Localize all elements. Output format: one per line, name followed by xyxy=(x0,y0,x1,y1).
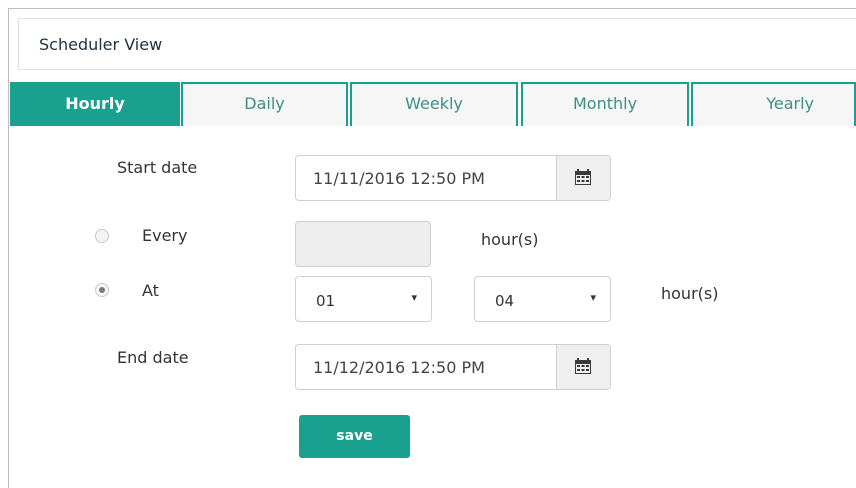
start-date-value: 11/11/2016 12:50 PM xyxy=(313,169,485,188)
calendar-icon xyxy=(575,358,591,374)
chevron-down-icon: ▾ xyxy=(590,291,596,304)
end-date-calendar-button[interactable] xyxy=(556,345,610,389)
calendar-icon xyxy=(575,169,591,185)
tab-hourly-label: Hourly xyxy=(65,94,125,113)
tab-monthly-label: Monthly xyxy=(572,94,638,113)
tab-weekly[interactable]: Weekly xyxy=(350,82,518,126)
at-radio[interactable] xyxy=(95,283,109,297)
end-date-value: 11/12/2016 12:50 PM xyxy=(313,358,485,377)
every-hours-input[interactable] xyxy=(295,221,431,267)
every-unit-label: hour(s) xyxy=(481,230,539,249)
end-date-label: End date xyxy=(117,348,189,367)
chevron-down-icon: ▾ xyxy=(411,291,417,304)
scheduler-header: Scheduler View xyxy=(18,18,856,70)
at-hour-value: 01 xyxy=(316,292,336,310)
tab-monthly[interactable]: Monthly xyxy=(521,82,689,126)
start-date-calendar-button[interactable] xyxy=(556,156,610,200)
end-date-field[interactable]: 11/12/2016 12:50 PM xyxy=(295,344,611,390)
at-label: At xyxy=(142,281,159,300)
scheduler-frame xyxy=(8,8,856,488)
page-title: Scheduler View xyxy=(39,35,163,54)
at-unit-label: hour(s) xyxy=(661,284,719,303)
at-hour-select[interactable]: 01 ▾ xyxy=(295,276,432,322)
tab-hourly[interactable]: Hourly xyxy=(10,82,180,126)
tab-daily-label: Daily xyxy=(244,94,285,113)
start-date-label: Start date xyxy=(117,158,198,177)
every-radio[interactable] xyxy=(95,229,109,243)
tab-yearly[interactable]: Yearly xyxy=(691,82,856,126)
every-label: Every xyxy=(142,226,188,245)
at-minute-select[interactable]: 04 ▾ xyxy=(474,276,611,322)
schedule-tabs: Hourly Daily Weekly Monthly Yearly xyxy=(10,82,856,126)
tab-yearly-label: Yearly xyxy=(766,94,814,113)
save-button[interactable]: save xyxy=(299,415,410,458)
tab-weekly-label: Weekly xyxy=(405,94,463,113)
at-minute-value: 04 xyxy=(495,292,515,310)
tab-daily[interactable]: Daily xyxy=(181,82,348,126)
start-date-field[interactable]: 11/11/2016 12:50 PM xyxy=(295,155,611,201)
